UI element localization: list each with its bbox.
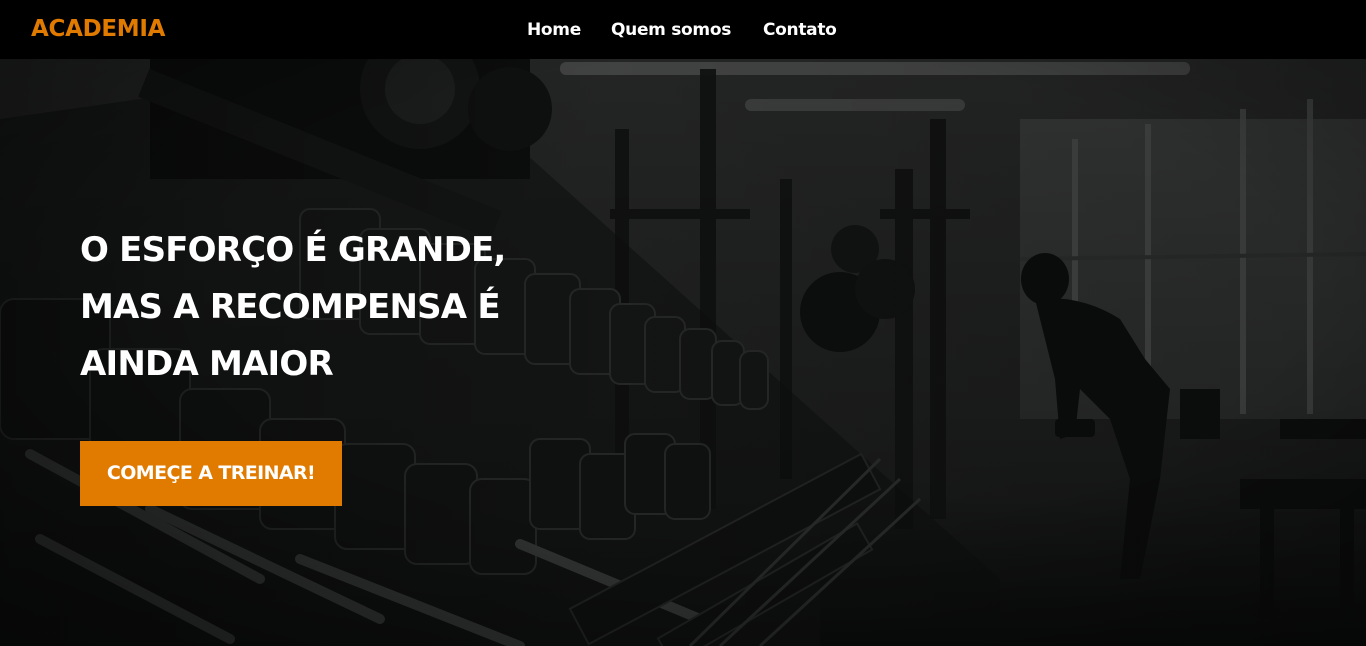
headline-line-3: AINDA MAIOR	[80, 344, 334, 384]
top-navbar: ACADEMIA Home Quem somos Contato	[0, 0, 1366, 59]
nav-link-home[interactable]: Home	[527, 19, 581, 41]
start-training-button[interactable]: COMEÇE A TREINAR!	[80, 441, 342, 506]
landing-page: ACADEMIA Home Quem somos Contato O ESFOR…	[0, 0, 1366, 646]
headline-line-2: MAS A RECOMPENSA É	[80, 287, 501, 327]
nav-link-contato[interactable]: Contato	[763, 19, 837, 41]
main-nav: Home Quem somos Contato	[0, 19, 1366, 41]
headline-line-1: O ESFORÇO É GRANDE,	[80, 230, 506, 270]
nav-link-quem-somos[interactable]: Quem somos	[611, 19, 731, 41]
hero-headline: O ESFORÇO É GRANDE, MAS A RECOMPENSA É A…	[80, 222, 600, 393]
